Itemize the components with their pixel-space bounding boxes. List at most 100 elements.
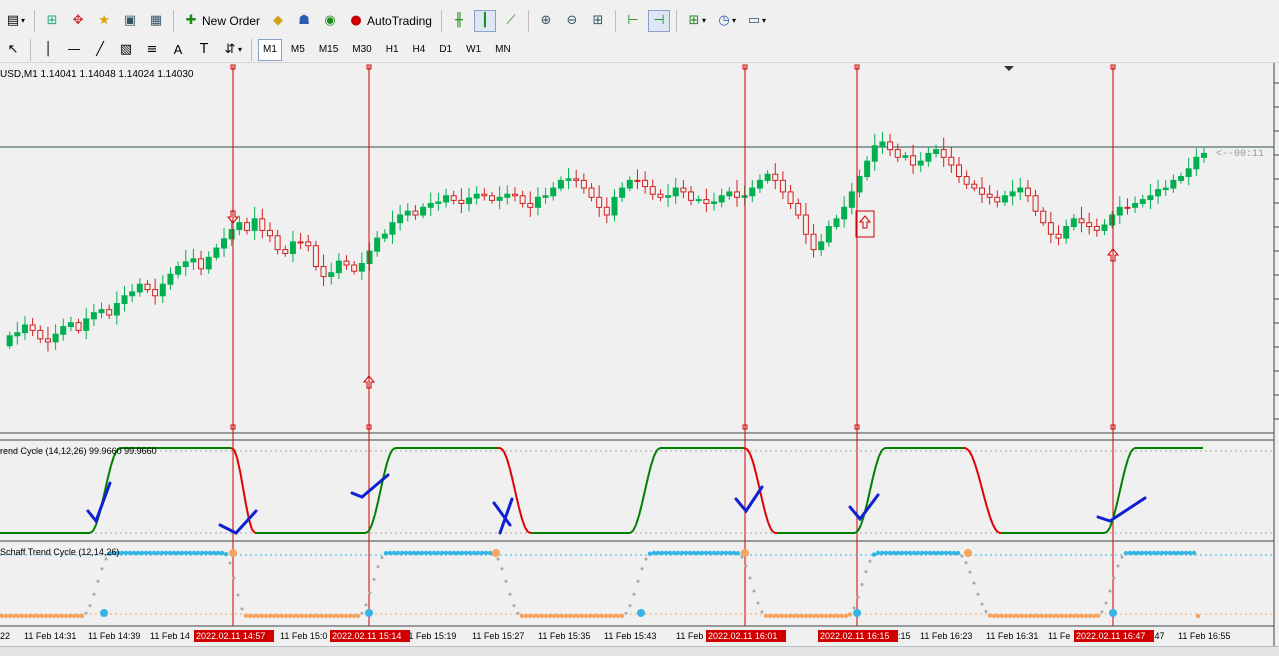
autoscroll-button[interactable]: ⊣ [648,10,670,32]
timeframe-m1[interactable]: M1 [258,39,282,61]
time-axis-label: 11 Fe [1048,631,1070,641]
schaff-dot [352,614,356,618]
bar-chart-button[interactable]: ╫ [448,10,470,32]
trend-cycle-segment [1104,532,1107,533]
new-order-button[interactable]: ✚New Order [180,10,263,32]
channel-button[interactable]: ▧ [115,39,137,61]
candle-body [566,179,571,181]
schaff-dot [369,591,372,594]
candle-body [612,197,617,215]
meta-editor-button[interactable]: ◆ [267,10,289,32]
candle-body [1148,196,1153,200]
schaff-dot [436,551,440,555]
schaff-dot [520,614,524,618]
candle-body [1186,169,1191,177]
market-watch-button[interactable]: ⊞ [41,10,63,32]
candle-body [321,267,326,277]
candle-body [788,192,793,204]
schaff-dot [812,614,816,618]
schaff-dot [892,551,896,555]
terminal-button[interactable]: ▣ [119,10,141,32]
timeframe-m30[interactable]: M30 [347,39,376,61]
schaff-dot [144,551,148,555]
candle-body [987,194,992,197]
candle-body [275,236,280,250]
channel-icon: ▧ [118,42,134,58]
schaff-dot [312,614,316,618]
time-axis-label: 11 Feb 14 [150,631,190,641]
schaff-dot [780,614,784,618]
schaff-dot [152,551,156,555]
text-label-button[interactable]: T [193,39,215,61]
schaff-dot [452,551,456,555]
toolbar-separator [251,39,252,61]
chart-window[interactable]: 2211 Feb 14:3111 Feb 14:3911 Feb 1411 Fe… [0,63,1279,646]
candle-body [68,323,73,327]
timeframe-d1[interactable]: D1 [434,39,457,61]
arrows-button[interactable]: ⇵▾ [219,39,245,61]
horizontal-line-icon: — [66,42,82,58]
candle-body [45,339,50,342]
horizontal-line-button[interactable]: — [63,39,85,61]
line-chart-button[interactable]: ⟋ [500,10,522,32]
schaff-dot [509,593,512,596]
candle-body [375,238,380,251]
candle-body [558,180,563,188]
candlestick-button[interactable]: ┃ [474,10,496,32]
candle-body [497,197,502,200]
indicators-button[interactable]: ⊞▾ [683,10,709,32]
candle-body [635,180,640,181]
templates-icon: ▭ [746,13,762,29]
schaff-dot [688,551,692,555]
schaff-dot [596,614,600,618]
timeframe-w1[interactable]: W1 [461,39,486,61]
tile-windows-button[interactable]: ⊞ [587,10,609,32]
templates-button[interactable]: ▭▾ [743,10,769,32]
candle-body [1079,219,1084,223]
periods-button[interactable]: ◷▾ [713,10,739,32]
zoom-out-button[interactable]: ⊖ [561,10,583,32]
schaff-dot [1144,551,1148,555]
vertical-line-button[interactable]: │ [37,39,59,61]
candle-body [957,165,962,177]
navigator-button[interactable]: ★ [93,10,115,32]
zoom-in-button[interactable]: ⊕ [535,10,557,32]
schaff-dot [792,614,796,618]
timeframe-mn[interactable]: MN [490,39,516,61]
timeframe-m5[interactable]: M5 [286,39,310,61]
chart-shift-button[interactable]: ⊢ [622,10,644,32]
timeframe-h1[interactable]: H1 [381,39,404,61]
schaff-dot [1044,614,1048,618]
timeframe-m15[interactable]: M15 [314,39,343,61]
schaff-dot [284,614,288,618]
community-button[interactable]: ☗ [293,10,315,32]
schaff-dot [656,551,660,555]
data-window-button[interactable]: ✥ [67,10,89,32]
schaff-dot [1192,551,1196,555]
schaff-dot [408,551,412,555]
timeframe-h4[interactable]: H4 [408,39,431,61]
schaff-dot [505,580,508,583]
signal-dot [492,549,500,557]
schaff-dot [1196,614,1200,618]
fibonacci-button[interactable]: ≡ [141,39,163,61]
tester-button[interactable]: ▦ [145,10,167,32]
schaff-dot [700,551,704,555]
candle-body [826,227,831,242]
schaff-dot [160,551,164,555]
schaff-dot [985,610,988,613]
schaff-dot [488,551,492,555]
candle-body [467,198,472,203]
signals-button[interactable]: ◉ [319,10,341,32]
crosshair-move-icon: ✥ [70,13,86,29]
text-button[interactable]: A [167,39,189,61]
candle-body [727,192,732,196]
autotrading-button[interactable]: ●AutoTrading [345,10,435,32]
schaff-dot [164,551,168,555]
candle-body [865,161,870,176]
chart-canvas[interactable]: 2211 Feb 14:3111 Feb 14:3911 Feb 1411 Fe… [0,63,1279,646]
cursor-button[interactable]: ↖ [2,39,24,61]
trendline-button[interactable]: ╱ [89,39,111,61]
schaff-dot [1136,551,1140,555]
new-chart-button[interactable]: ▤▾ [2,10,28,32]
